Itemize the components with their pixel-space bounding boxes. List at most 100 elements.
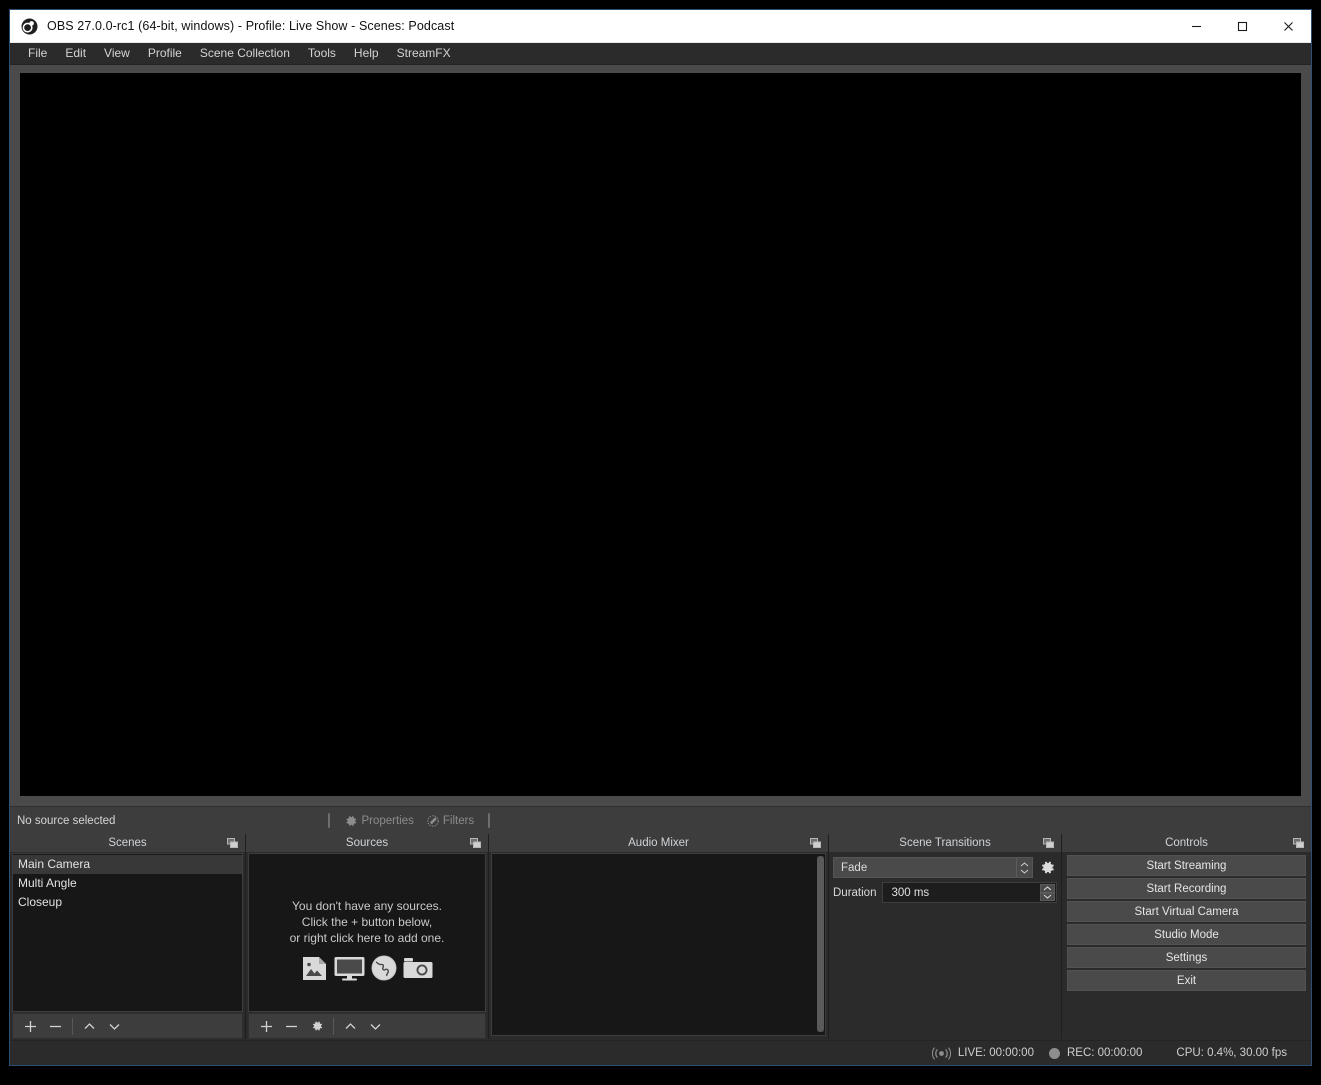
transition-duration-row: Duration 300 ms (833, 882, 1057, 903)
filters-button[interactable]: Filters (420, 812, 480, 830)
obs-logo-icon (21, 18, 38, 35)
sources-toolbar (248, 1013, 486, 1039)
browser-globe-icon (371, 955, 397, 981)
move-scene-up-button[interactable] (77, 1015, 102, 1037)
menu-scene-collection[interactable]: Scene Collection (191, 43, 299, 64)
controls-dock-title: Controls (1165, 837, 1208, 849)
status-bar: LIVE: 00:00:00 REC: 00:00:00 CPU: 0.4%, … (10, 1040, 1311, 1065)
controls-body: Start Streaming Start Recording Start Vi… (1062, 853, 1311, 1039)
rec-status: REC: 00:00:00 (1048, 1047, 1142, 1059)
empty-sources-icons (249, 955, 485, 981)
properties-label: Properties (361, 814, 414, 827)
scenes-dock: Scenes Main Camera Multi Angle Closeup (10, 834, 246, 1039)
scenes-toolbar-separator (72, 1017, 73, 1035)
menu-streamfx[interactable]: StreamFX (388, 43, 460, 64)
toolbar-grip-left[interactable] (328, 813, 331, 828)
sources-dock: Sources You don't have any sources. Clic… (246, 834, 489, 1039)
add-scene-button[interactable] (18, 1015, 43, 1037)
mixer-channel-list[interactable] (491, 853, 826, 1036)
float-dock-icon[interactable] (809, 837, 822, 850)
scenes-dock-title: Scenes (108, 837, 147, 849)
transition-select[interactable]: Fade (833, 857, 1033, 878)
exit-button[interactable]: Exit (1067, 970, 1306, 991)
minimize-button[interactable] (1173, 10, 1219, 42)
transitions-body: Fade Duration 300 ms (829, 853, 1061, 1039)
transition-properties-button[interactable] (1037, 857, 1057, 878)
remove-source-button[interactable] (279, 1015, 304, 1037)
transitions-dock-title: Scene Transitions (899, 837, 991, 849)
duration-increment-button[interactable] (1040, 884, 1055, 893)
menu-tools[interactable]: Tools (299, 43, 345, 64)
source-properties-button[interactable] (304, 1015, 329, 1037)
empty-sources-line3: or right click here to add one. (289, 931, 445, 945)
sources-list[interactable]: You don't have any sources. Click the + … (248, 853, 486, 1012)
menu-edit[interactable]: Edit (56, 43, 95, 64)
toolbar-grip-right[interactable] (488, 813, 491, 828)
scene-item-main-camera[interactable]: Main Camera (13, 855, 242, 874)
scenes-dock-header: Scenes (10, 834, 245, 853)
scenes-list[interactable]: Main Camera Multi Angle Closeup (12, 853, 243, 1012)
live-timer: LIVE: 00:00:00 (957, 1047, 1034, 1059)
preview-area (10, 65, 1311, 806)
duration-label: Duration (833, 886, 877, 899)
duration-input[interactable]: 300 ms (882, 882, 1057, 903)
close-button[interactable] (1265, 10, 1311, 42)
cpu-status: CPU: 0.4%, 30.00 fps (1176, 1047, 1287, 1059)
controls-dock: Controls Start Streaming Start Recording… (1062, 834, 1311, 1039)
broadcast-icon (931, 1046, 951, 1060)
duration-value: 300 ms (891, 886, 930, 899)
move-source-up-button[interactable] (338, 1015, 363, 1037)
float-dock-icon[interactable] (226, 837, 239, 850)
menu-profile[interactable]: Profile (139, 43, 191, 64)
empty-sources-line1: You don't have any sources. (292, 899, 442, 913)
cpu-fps-label: CPU: 0.4%, 30.00 fps (1176, 1047, 1287, 1059)
menu-file[interactable]: File (19, 43, 56, 64)
float-dock-icon[interactable] (469, 837, 482, 850)
move-source-down-button[interactable] (363, 1015, 388, 1037)
sources-toolbar-separator (333, 1017, 334, 1035)
audio-mixer-dock: Audio Mixer (489, 834, 829, 1039)
float-dock-icon[interactable] (1042, 837, 1055, 850)
start-streaming-button[interactable]: Start Streaming (1067, 855, 1306, 876)
move-scene-down-button[interactable] (102, 1015, 127, 1037)
dock-row: Scenes Main Camera Multi Angle Closeup S… (10, 834, 1311, 1040)
scene-transitions-dock: Scene Transitions Fade Duration 300 ms (829, 834, 1062, 1039)
add-source-button[interactable] (254, 1015, 279, 1037)
start-virtual-camera-button[interactable]: Start Virtual Camera (1067, 901, 1306, 922)
scene-item-multi-angle[interactable]: Multi Angle (13, 874, 242, 893)
obs-main-window: OBS 27.0.0-rc1 (64-bit, windows) - Profi… (9, 9, 1312, 1066)
sources-dock-title: Sources (345, 837, 389, 849)
mixer-dock-header: Audio Mixer (489, 834, 828, 853)
transitions-dock-header: Scene Transitions (829, 834, 1061, 853)
properties-button[interactable]: Properties (338, 812, 419, 830)
duration-decrement-button[interactable] (1040, 892, 1055, 901)
float-dock-icon[interactable] (1292, 837, 1305, 850)
menu-help[interactable]: Help (345, 43, 388, 64)
live-status: LIVE: 00:00:00 (931, 1046, 1034, 1060)
record-dot-icon (1048, 1047, 1060, 1059)
mixer-scrollbar[interactable] (817, 856, 824, 1032)
studio-mode-button[interactable]: Studio Mode (1067, 924, 1306, 945)
remove-scene-button[interactable] (43, 1015, 68, 1037)
scene-item-closeup[interactable]: Closeup (13, 893, 242, 912)
selected-source-status: No source selected (17, 814, 116, 827)
sources-empty-state: You don't have any sources. Click the + … (249, 898, 485, 981)
start-recording-button[interactable]: Start Recording (1067, 878, 1306, 899)
gear-icon (344, 814, 358, 828)
transition-value: Fade (841, 861, 868, 874)
maximize-button[interactable] (1219, 10, 1265, 42)
image-icon (301, 956, 328, 981)
filters-label: Filters (442, 814, 475, 827)
source-toolbar: No source selected Properties Filters (10, 806, 1311, 834)
scenes-toolbar (12, 1013, 243, 1039)
preview-canvas[interactable] (20, 73, 1301, 796)
camera-icon (403, 957, 433, 980)
duration-stepper[interactable] (1040, 884, 1055, 901)
mixer-scrollbar-thumb[interactable] (817, 856, 824, 1032)
source-toolbar-buttons: Properties Filters (320, 812, 498, 830)
title-bar: OBS 27.0.0-rc1 (64-bit, windows) - Profi… (10, 10, 1311, 43)
settings-button[interactable]: Settings (1067, 947, 1306, 968)
empty-sources-line2: Click the + button below, (301, 915, 433, 929)
menu-view[interactable]: View (95, 43, 139, 64)
transition-select-arrows[interactable] (1016, 858, 1032, 877)
